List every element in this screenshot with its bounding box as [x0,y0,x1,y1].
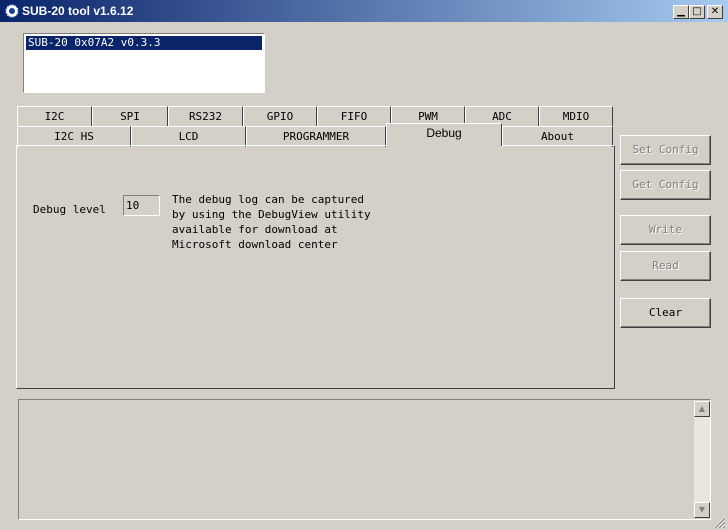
tab-fifo[interactable]: FIFO [317,106,391,127]
close-button[interactable]: ✕ [707,5,723,19]
tab-gpio[interactable]: GPIO [243,106,317,127]
debug-info-line: available for download at [172,223,338,236]
minimize-button[interactable]: ▁ [673,5,689,19]
scroll-up-icon[interactable]: ▲ [694,401,710,417]
tab-label: PROGRAMMER [282,130,350,143]
scroll-down-icon[interactable]: ▼ [694,502,710,518]
tab-spi[interactable]: SPI [92,106,168,127]
tab-label: LCD [178,130,199,143]
tab-label: PWM [418,110,438,123]
tab-label: FIFO [340,110,368,123]
window-title: SUB-20 tool v1.6.12 [22,4,134,18]
device-list-item[interactable]: SUB-20 0x07A2 v0.3.3 [26,36,262,50]
debug-info-line: Microsoft download center [172,238,338,251]
debug-info-line: The debug log can be captured [172,193,365,206]
tab-debug[interactable]: Debug [386,123,502,146]
tab-rs232[interactable]: RS232 [168,106,243,127]
tab-label: MDIO [562,110,590,123]
tab-i2c-hs[interactable]: I2C HS [17,126,131,147]
tab-programmer[interactable]: PROGRAMMER [246,126,386,147]
debug-tab-panel [16,145,615,389]
tab-label: SPI [120,110,140,123]
tab-label: Debug [426,126,462,140]
gear-icon [4,3,20,19]
debug-info-line: by using the DebugView utility [172,208,371,221]
maximize-button[interactable]: □ [689,5,705,19]
tab-label: About [540,130,575,143]
tab-mdio[interactable]: MDIO [539,106,613,127]
tab-about[interactable]: About [502,126,613,147]
log-scrollbar[interactable]: ▲ ▼ [694,401,710,518]
tab-label: GPIO [266,110,294,123]
tab-i2c[interactable]: I2C [17,106,92,127]
log-output[interactable]: ▲ ▼ [18,399,711,520]
set-config-button[interactable]: Set Config [620,135,711,165]
debug-level-label: Debug level [33,203,106,216]
get-config-button[interactable]: Get Config [620,170,711,200]
debug-info-text: The debug log can be captured by using t… [172,192,371,252]
tab-label: RS232 [188,110,223,123]
read-button[interactable]: Read [620,251,711,281]
tab-lcd[interactable]: LCD [131,126,246,147]
tab-label: ADC [492,110,512,123]
device-list[interactable]: SUB-20 0x07A2 v0.3.3 [23,33,265,93]
clear-button[interactable]: Clear [620,298,711,328]
write-button[interactable]: Write [620,215,711,245]
tab-label: I2C HS [54,130,94,143]
size-grip-icon[interactable] [713,516,726,529]
debug-level-input[interactable]: 10 [123,195,160,216]
tab-label: I2C [44,110,65,123]
